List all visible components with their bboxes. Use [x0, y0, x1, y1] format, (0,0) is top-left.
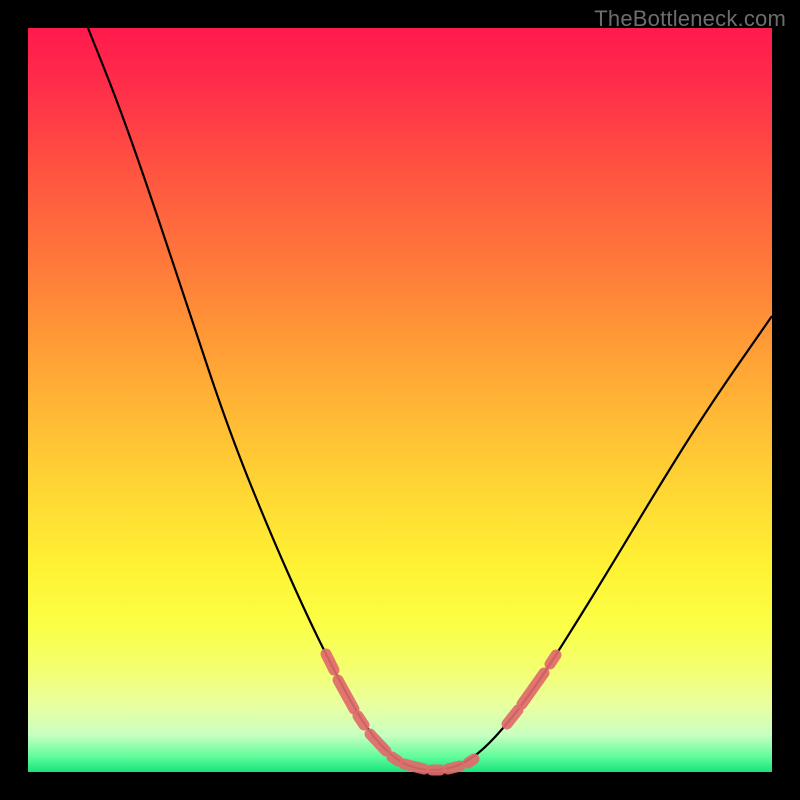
watermark-text: TheBottleneck.com [594, 6, 786, 32]
highlight-segment [522, 673, 544, 704]
highlight-segment [468, 759, 474, 763]
highlight-segment [448, 766, 460, 769]
highlight-segments [326, 654, 556, 770]
highlight-segment [358, 716, 364, 725]
chart-plot-area [28, 28, 772, 772]
highlight-segment [550, 655, 556, 664]
highlight-segment [338, 680, 354, 709]
bottleneck-curve [88, 28, 772, 770]
highlight-segment [392, 757, 398, 761]
highlight-segment [404, 764, 424, 769]
highlight-segment [507, 710, 518, 724]
highlight-segment [326, 654, 334, 670]
highlight-segment [370, 734, 386, 751]
bottleneck-curve-svg [28, 28, 772, 772]
